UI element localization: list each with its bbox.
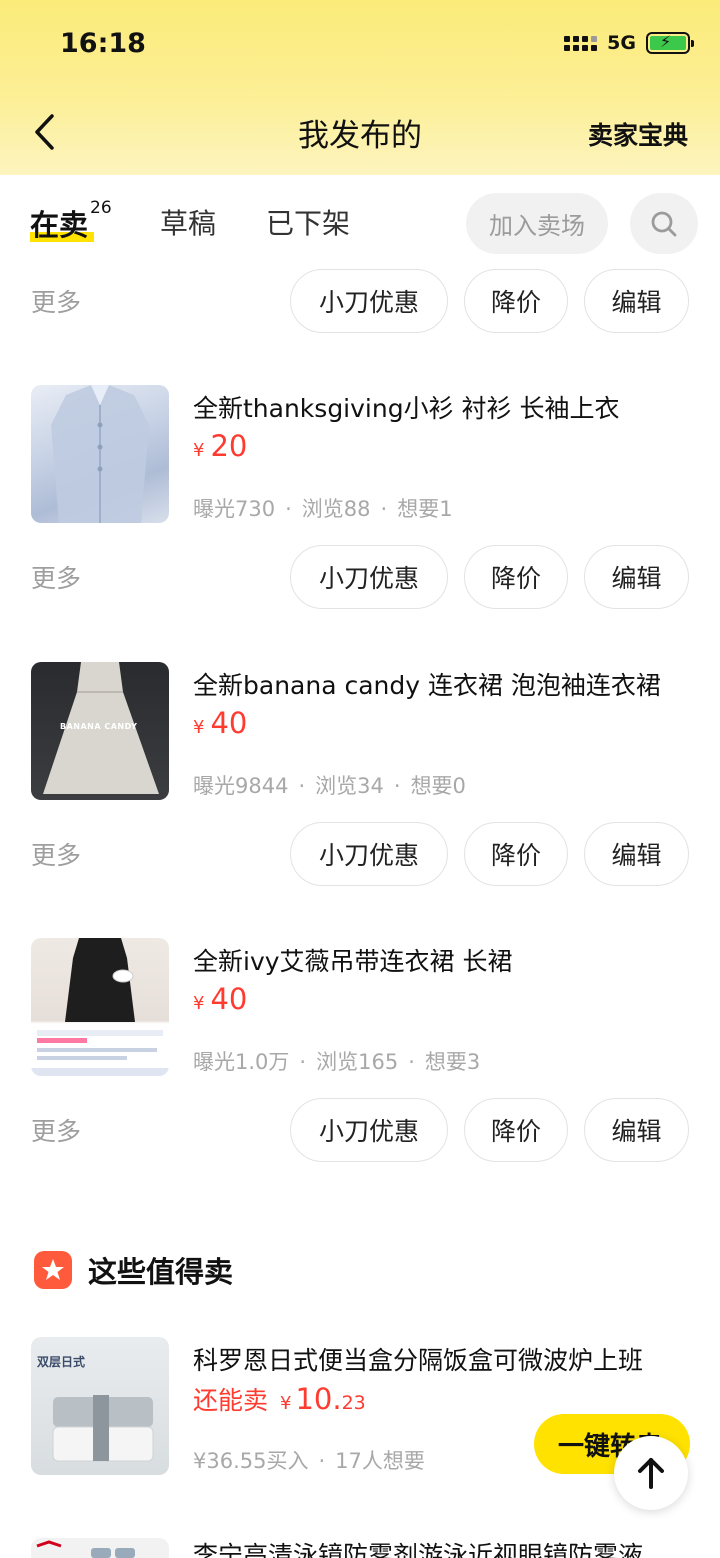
status-time: 16:18: [60, 28, 146, 59]
thumb-brand-text: BANANA CANDY: [60, 722, 138, 731]
item-thumbnail: [31, 1538, 169, 1558]
listing-item[interactable]: 全新ivy艾薇吊带连衣裙 长裙 ¥40 曝光1.0万 · 浏览165 · 想要3: [0, 938, 720, 1078]
battery-icon: ⚡: [646, 32, 694, 54]
listing-item[interactable]: 全新thanksgiving小衫 衬衫 长袖上衣 ¥20 曝光730 · 浏览88 ·…: [0, 385, 720, 525]
item-thumbnail: BANANA CANDY: [31, 662, 169, 800]
arrow-up-icon: [638, 1458, 664, 1489]
tab-bar: 在卖 26 草稿 已下架: [0, 175, 720, 267]
item-stats: 曝光9844 · 浏览34 · 想要0: [193, 774, 466, 798]
item-title: 李宁高清泳镜防雾剂游泳近视眼镜防雾液: [193, 1541, 644, 1558]
more-button[interactable]: 更多: [31, 283, 81, 319]
discount-button[interactable]: 小刀优惠: [290, 822, 448, 886]
item-title: 全新ivy艾薇吊带连衣裙 长裙: [193, 947, 513, 976]
search-icon: [651, 211, 677, 236]
more-button[interactable]: 更多: [31, 559, 81, 595]
star-badge-icon: [34, 1251, 72, 1289]
seller-guide-link[interactable]: 卖家宝典: [588, 116, 688, 152]
item-stats: 曝光1.0万 · 浏览165 · 想要3: [193, 1050, 481, 1074]
recommended-item[interactable]: 双层日式 科罗恩日式便当盒分隔饭盒可微波炉上班 还能卖 ¥ 10. 23 ¥36.…: [0, 1337, 720, 1477]
tab-on-sale-count: 26: [90, 198, 112, 218]
reduce-price-button[interactable]: 降价: [464, 545, 568, 609]
edit-button[interactable]: 编辑: [584, 545, 689, 609]
tab-on-sale[interactable]: 在卖: [30, 202, 94, 244]
item-title: 科罗恩日式便当盒分隔饭盒可微波炉上班: [193, 1346, 644, 1375]
more-button[interactable]: 更多: [31, 836, 81, 872]
more-button[interactable]: 更多: [31, 1112, 81, 1148]
item-thumbnail: [31, 938, 169, 1076]
reduce-price-button[interactable]: 降价: [464, 269, 568, 333]
signal-icon: [564, 35, 598, 51]
edit-button[interactable]: 编辑: [584, 1098, 689, 1162]
next-recommended-item[interactable]: 李宁高清泳镜防雾剂游泳近视眼镜防雾液: [0, 1530, 720, 1558]
item-thumbnail: 双层日式: [31, 1337, 169, 1475]
discount-button[interactable]: 小刀优惠: [290, 1098, 448, 1162]
tab-off-shelf[interactable]: 已下架: [266, 202, 350, 242]
item-actions-row: 更多 小刀优惠 降价 编辑: [0, 822, 720, 888]
header: 16:18 5G ⚡ 我发布的 卖家宝典: [0, 0, 720, 175]
item-title: 全新thanksgiving小衫 衬衫 长袖上衣: [193, 394, 620, 423]
tab-on-sale-label: 在卖: [30, 208, 89, 242]
edit-button[interactable]: 编辑: [584, 822, 689, 886]
discount-button[interactable]: 小刀优惠: [290, 545, 448, 609]
scroll-to-top-button[interactable]: [614, 1436, 688, 1510]
item-stats: 曝光730 · 浏览88 · 想要1: [193, 497, 453, 521]
reduce-price-button[interactable]: 降价: [464, 822, 568, 886]
join-market-button[interactable]: 加入卖场: [466, 193, 608, 254]
tab-draft[interactable]: 草稿: [160, 202, 216, 242]
edit-button[interactable]: 编辑: [584, 269, 689, 333]
item-price: ¥40: [193, 706, 248, 740]
worth-selling-title: 这些值得卖: [88, 1255, 234, 1289]
listing-item[interactable]: BANANA CANDY 全新banana candy 连衣裙 泡泡袖连衣裙 ¥…: [0, 662, 720, 802]
search-button[interactable]: [630, 193, 698, 254]
item-price: ¥40: [193, 982, 248, 1016]
item-purchase-info: ¥36.55买入 · 17人想要: [193, 1449, 425, 1473]
item-resell-price: 还能卖 ¥ 10. 23: [193, 1382, 366, 1416]
item-thumbnail: [31, 385, 169, 523]
item-actions-row: 更多 小刀优惠 降价 编辑: [0, 545, 720, 611]
status-icons: 5G ⚡: [564, 32, 694, 54]
discount-button[interactable]: 小刀优惠: [290, 269, 448, 333]
item-actions-row: 更多 小刀优惠 降价 编辑: [0, 269, 720, 335]
worth-selling-header: 这些值得卖: [34, 1249, 233, 1291]
item-price: ¥20: [193, 429, 248, 463]
item-title: 全新banana candy 连衣裙 泡泡袖连衣裙: [193, 671, 661, 700]
item-actions-row: 更多 小刀优惠 降价 编辑: [0, 1098, 720, 1164]
reduce-price-button[interactable]: 降价: [464, 1098, 568, 1162]
network-label: 5G: [607, 32, 636, 54]
